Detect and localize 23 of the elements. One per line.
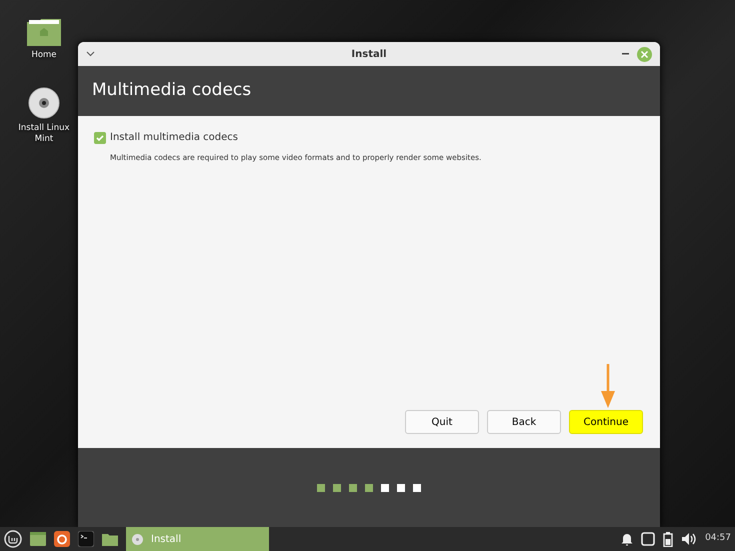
annotation-arrow-icon bbox=[601, 364, 615, 408]
codecs-checkbox[interactable]: Install multimedia codecs bbox=[94, 130, 644, 145]
disc-icon[interactable] bbox=[28, 87, 60, 120]
wizard-button[interactable]: Continue bbox=[569, 410, 643, 434]
checkbox-icon[interactable] bbox=[94, 132, 106, 144]
wizard-button[interactable]: Quit bbox=[405, 410, 479, 434]
wizard-button[interactable]: Back bbox=[487, 410, 561, 434]
battery-icon[interactable] bbox=[663, 532, 674, 546]
page-heading: Multimedia codecs bbox=[92, 79, 252, 102]
bell-icon[interactable] bbox=[621, 532, 634, 546]
desktop-icon-label[interactable]: Home bbox=[31, 50, 57, 62]
minimize-icon[interactable] bbox=[622, 53, 629, 55]
desktop-icon-label[interactable]: Install Linux Mint bbox=[12, 123, 76, 146]
firefox-icon[interactable] bbox=[54, 531, 70, 547]
terminal-icon[interactable] bbox=[78, 531, 94, 547]
volume-icon[interactable] bbox=[681, 532, 698, 546]
chevron-down-icon[interactable] bbox=[86, 51, 95, 57]
menu-icon[interactable] bbox=[4, 530, 22, 548]
clock: 04:57 bbox=[705, 532, 731, 546]
network-icon[interactable] bbox=[641, 532, 656, 546]
disc-icon bbox=[132, 534, 143, 544]
folder-icon[interactable] bbox=[102, 532, 118, 546]
window-title: Install bbox=[351, 48, 387, 62]
